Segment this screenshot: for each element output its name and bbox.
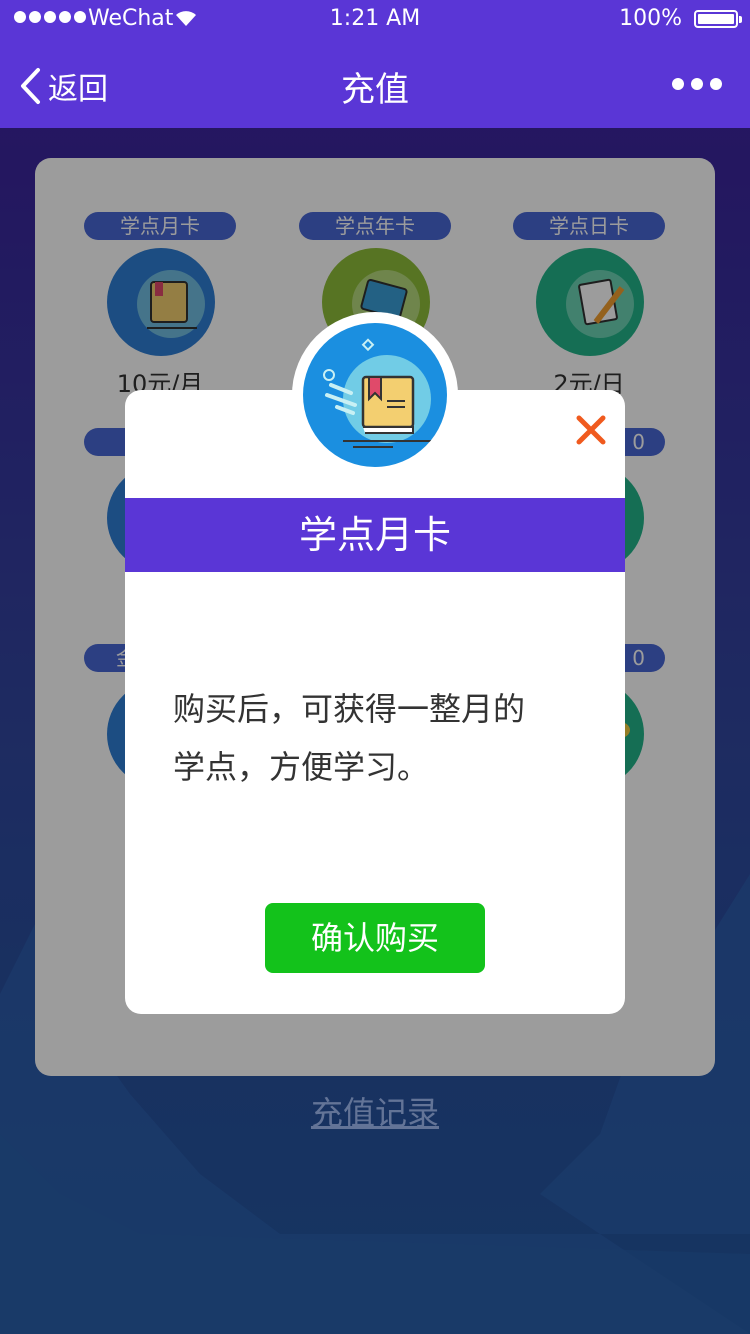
more-menu-button[interactable] <box>672 78 722 90</box>
more-dot <box>710 78 722 90</box>
book-icon <box>303 323 447 467</box>
description-line: 购买后，可获得一整月的 <box>173 690 526 728</box>
close-icon[interactable] <box>573 412 609 448</box>
page: WeChat 1:21 AM 100% 返回 充值 学点月卡 10元/月 学点年… <box>0 0 750 1334</box>
battery-icon <box>694 10 742 28</box>
status-bar: WeChat 1:21 AM 100% <box>0 0 750 40</box>
description-line: 学点，方便学习。 <box>173 748 430 786</box>
dialog-description: 购买后，可获得一整月的 学点，方便学习。 <box>173 680 583 796</box>
more-dot <box>691 78 703 90</box>
confirm-purchase-button[interactable]: 确认购买 <box>265 903 485 973</box>
purchase-dialog: 学点月卡 购买后，可获得一整月的 学点，方便学习。 确认购买 <box>125 390 625 1014</box>
battery-percent: 100% <box>619 6 682 31</box>
navigation-bar: 返回 充值 <box>0 40 750 128</box>
dialog-badge <box>292 312 458 478</box>
page-title: 充值 <box>341 70 409 110</box>
top-bar: WeChat 1:21 AM 100% 返回 充值 <box>0 0 750 128</box>
more-dot <box>672 78 684 90</box>
dialog-title: 学点月卡 <box>125 498 625 572</box>
